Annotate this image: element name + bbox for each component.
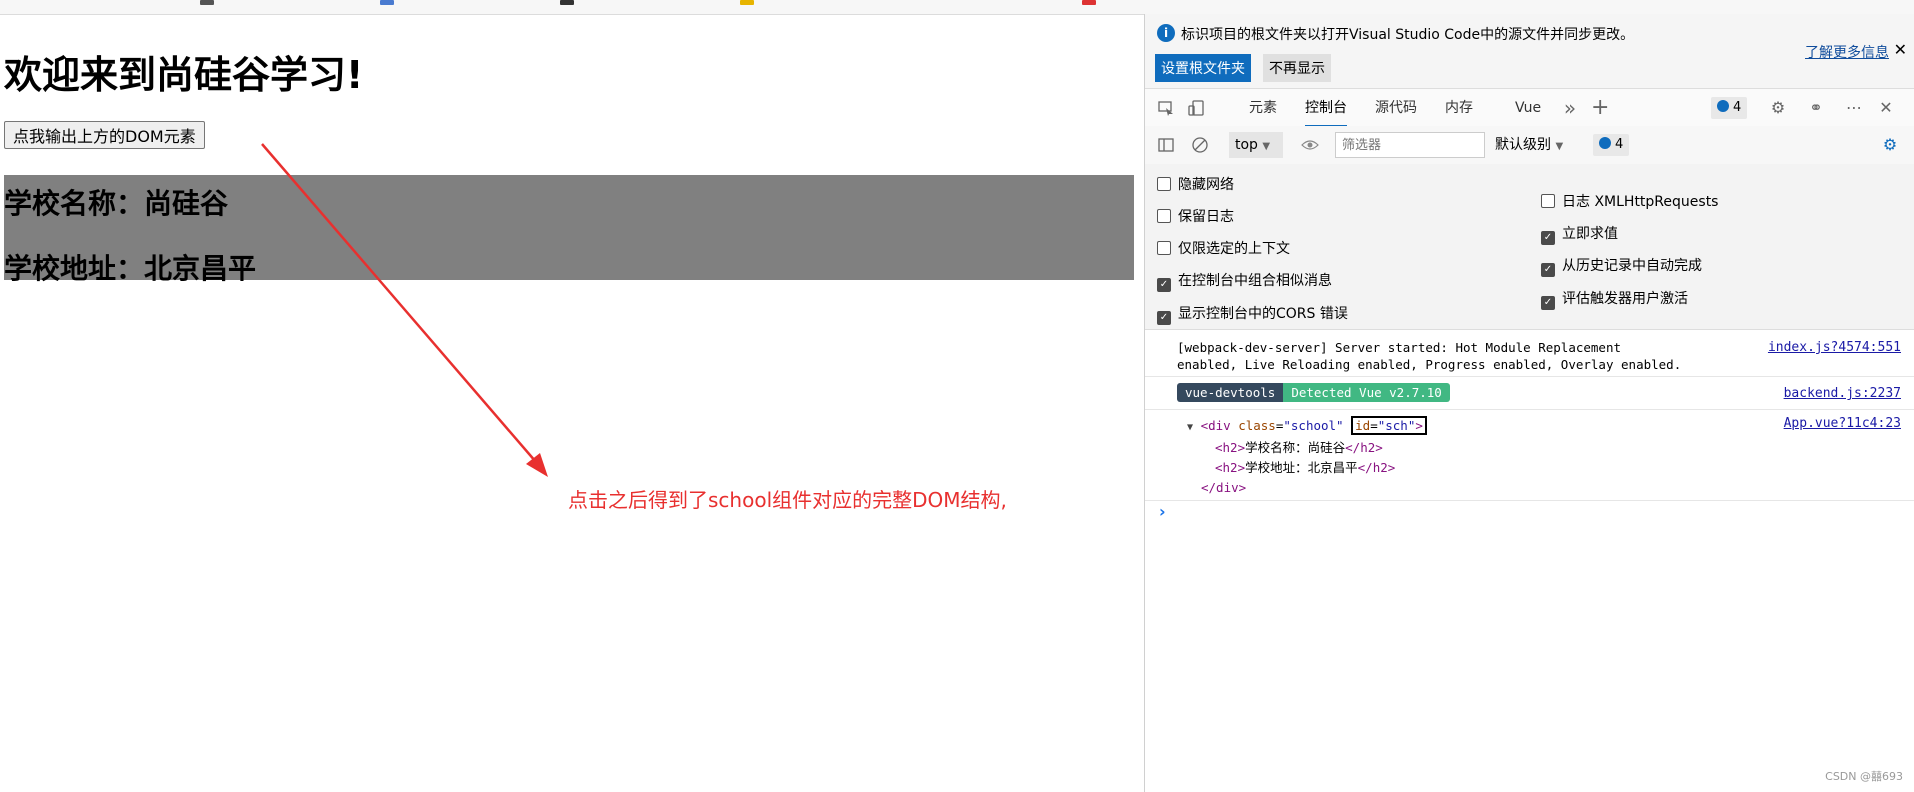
gear-icon[interactable]: ⚙ xyxy=(1769,99,1787,117)
source-link[interactable]: App.vue?11c4:23 xyxy=(1784,416,1901,431)
dont-show-again-button[interactable]: 不再显示 xyxy=(1263,54,1331,82)
school-address: 学校地址：北京昌平 xyxy=(4,252,257,285)
eye-icon[interactable] xyxy=(1301,136,1319,154)
cors-errors-checkbox[interactable]: ✓ 显示控制台中的CORS 错误 xyxy=(1157,303,1348,325)
issues-bubble-icon xyxy=(1599,137,1611,149)
preserve-log-checkbox[interactable]: 保留日志 xyxy=(1157,206,1234,226)
console-settings-icon[interactable]: ⚙ xyxy=(1881,136,1899,154)
tab-favicon xyxy=(1082,0,1096,5)
log-xhr-checkbox[interactable]: 日志 XMLHttpRequests xyxy=(1541,191,1718,211)
tab-memory[interactable]: 内存 xyxy=(1445,89,1473,127)
selected-context-checkbox[interactable]: 仅限选定的上下文 xyxy=(1157,238,1290,258)
vue-devtools-tag: vue-devtools xyxy=(1177,383,1284,402)
close-devtools-icon[interactable]: ✕ xyxy=(1877,99,1895,117)
context-select[interactable]: top ▼ xyxy=(1229,132,1283,158)
annotation-text: 点击之后得到了school组件对应的完整DOM结构, xyxy=(568,488,1007,512)
console-message: [webpack-dev-server] Server started: Hot… xyxy=(1177,340,1682,372)
checkbox-box xyxy=(1157,177,1171,191)
message-bubble-icon xyxy=(1717,100,1729,112)
print-dom-button[interactable]: 点我输出上方的DOM元素 xyxy=(4,121,205,149)
infobar: i 标识项目的根文件夹以打开Visual Studio Code中的源文件并同步… xyxy=(1145,14,1914,88)
inspect-icon[interactable] xyxy=(1157,99,1175,117)
more-tabs-icon[interactable]: » xyxy=(1561,98,1579,118)
message-count-badge[interactable]: 4 xyxy=(1711,97,1748,119)
checkbox-box: ✓ xyxy=(1157,311,1171,325)
console-prompt-icon[interactable]: › xyxy=(1159,502,1166,521)
info-icon: i xyxy=(1157,24,1175,42)
checkbox-box xyxy=(1157,209,1171,223)
checkbox-box: ✓ xyxy=(1157,278,1171,292)
add-tab-icon[interactable]: + xyxy=(1591,97,1609,119)
infobar-message: 标识项目的根文件夹以打开Visual Studio Code中的源文件并同步更改… xyxy=(1181,27,1635,43)
divider xyxy=(1145,500,1914,501)
dom-tree-output[interactable]: ▼ <div class="school" id="sch"> <h2>学校名称… xyxy=(1187,416,1687,498)
checkbox-box xyxy=(1157,241,1171,255)
tab-console[interactable]: 控制台 xyxy=(1305,89,1347,127)
school-component: 学校名称：尚硅谷 学校地址：北京昌平 xyxy=(4,175,1134,285)
checkbox-box xyxy=(1541,194,1555,208)
tab-favicon xyxy=(740,0,754,5)
close-icon[interactable]: ✕ xyxy=(1894,40,1907,59)
school-name: 学校名称：尚硅谷 xyxy=(4,187,229,220)
tab-favicon xyxy=(200,0,214,5)
device-toolbar-icon[interactable] xyxy=(1187,99,1205,117)
set-root-folder-button[interactable]: 设置根文件夹 xyxy=(1155,54,1251,82)
watermark: CSDN @囍693 xyxy=(1825,770,1903,783)
devtools-panel: i 标识项目的根文件夹以打开Visual Studio Code中的源文件并同步… xyxy=(1144,14,1914,792)
tab-favicon xyxy=(380,0,394,5)
checkbox-box: ✓ xyxy=(1541,231,1555,245)
user-activation-checkbox[interactable]: ✓ 评估触发器用户激活 xyxy=(1541,288,1688,310)
console-toolbar: top ▼ 默认级别 ▼ 4 ⚙ xyxy=(1145,126,1914,165)
tab-vue[interactable]: Vue xyxy=(1515,89,1541,127)
console-output: [webpack-dev-server] Server started: Hot… xyxy=(1145,330,1914,792)
expand-triangle-icon[interactable]: ▼ xyxy=(1187,422,1193,433)
devtools-tabbar: 元素 控制台 源代码 内存 Vue » + 4 ⚙ ⚭ ⋯ ✕ xyxy=(1145,88,1914,128)
log-level-select[interactable]: 默认级别 ▼ xyxy=(1495,132,1563,158)
checkbox-box: ✓ xyxy=(1541,296,1555,310)
divider xyxy=(1145,376,1914,377)
tab-sources[interactable]: 源代码 xyxy=(1375,89,1417,127)
group-similar-checkbox[interactable]: ✓ 在控制台中组合相似消息 xyxy=(1157,270,1332,292)
browser-tab-strip xyxy=(0,0,1914,15)
issues-badge[interactable]: 4 xyxy=(1593,134,1630,156)
sidebar-toggle-icon[interactable] xyxy=(1157,136,1175,154)
eager-eval-checkbox[interactable]: ✓ 立即求值 xyxy=(1541,223,1618,245)
page-heading: 欢迎来到尚硅谷学习! xyxy=(4,53,364,97)
source-link[interactable]: backend.js:2237 xyxy=(1784,386,1901,401)
autocomplete-checkbox[interactable]: ✓ 从历史记录中自动完成 xyxy=(1541,255,1702,277)
console-settings-pane: 隐藏网络 保留日志 仅限选定的上下文 ✓ 在控制台中组合相似消息 ✓ 显示控制台中的… xyxy=(1145,164,1914,330)
hide-network-checkbox[interactable]: 隐藏网络 xyxy=(1157,174,1234,194)
console-message: vue-devtools Detected Vue v2.7.10 xyxy=(1177,383,1577,402)
learn-more-link[interactable]: 了解更多信息 xyxy=(1805,42,1889,62)
rendered-page: 欢迎来到尚硅谷学习! 点我输出上方的DOM元素 学校名称：尚硅谷 学校地址：北京… xyxy=(0,14,1144,792)
id-attribute-highlight: id="sch"> xyxy=(1351,416,1427,435)
vue-version-tag: Detected Vue v2.7.10 xyxy=(1283,383,1450,402)
divider xyxy=(1145,409,1914,410)
clear-console-icon[interactable] xyxy=(1191,136,1209,154)
tab-elements[interactable]: 元素 xyxy=(1249,89,1277,127)
filter-input[interactable] xyxy=(1335,132,1485,158)
checkbox-box: ✓ xyxy=(1541,263,1555,277)
tab-favicon xyxy=(560,0,574,5)
connection-icon[interactable]: ⚭ xyxy=(1807,99,1825,117)
more-options-icon[interactable]: ⋯ xyxy=(1845,99,1863,117)
source-link[interactable]: index.js?4574:551 xyxy=(1768,340,1901,355)
